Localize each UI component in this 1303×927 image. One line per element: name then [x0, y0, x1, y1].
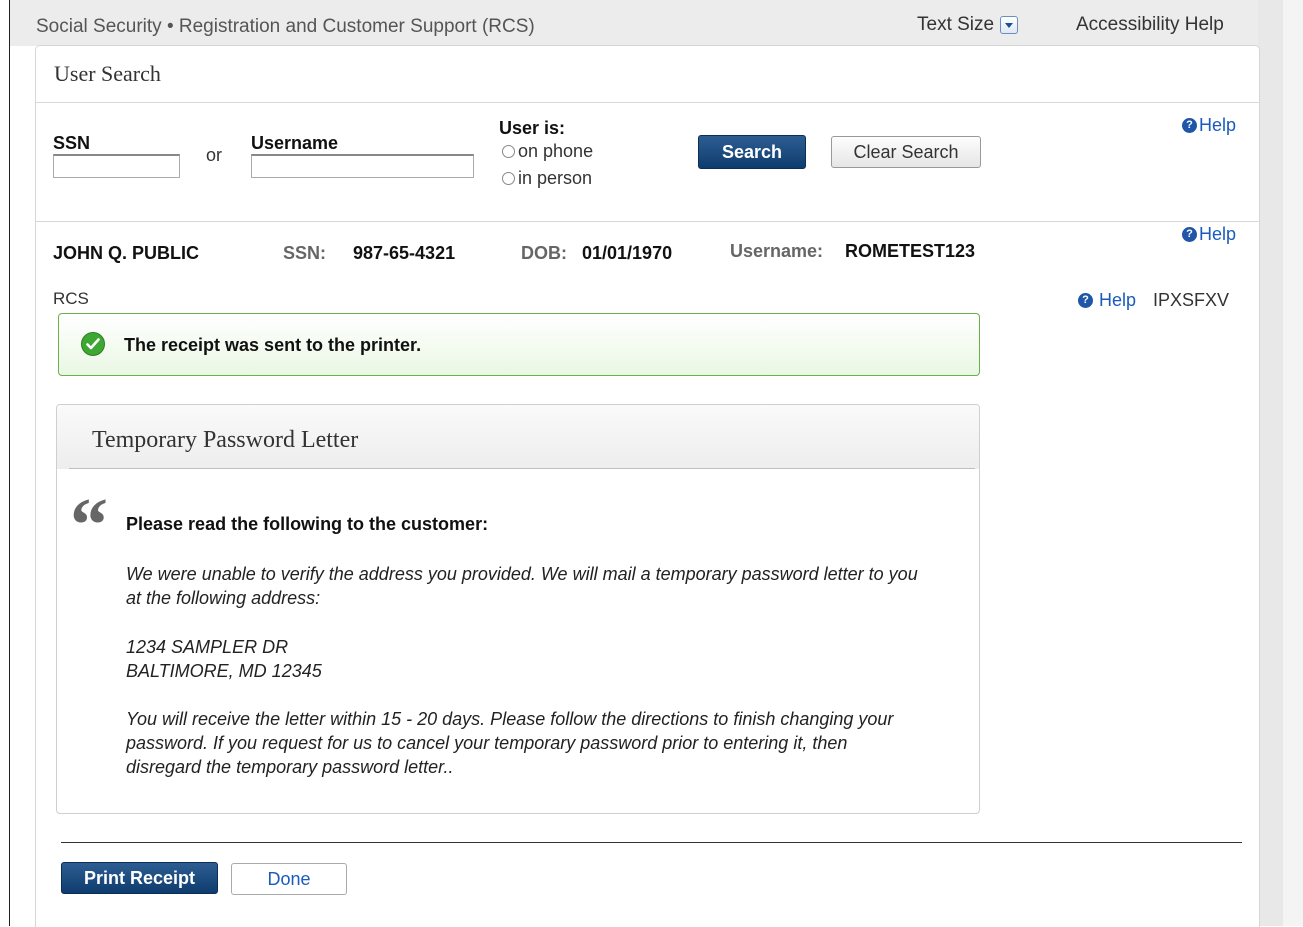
quote-icon: “	[70, 483, 108, 567]
username-label: Username	[251, 133, 339, 153]
help-label: Help	[1199, 115, 1237, 135]
help-label: Help	[1099, 290, 1137, 310]
chevron-down-icon[interactable]	[1000, 16, 1019, 34]
username-input[interactable]	[251, 154, 474, 178]
or-label: or	[206, 145, 223, 165]
success-alert: The receipt was sent to the printer.	[58, 313, 980, 376]
accessibility-help-link[interactable]: Accessibility Help	[1076, 14, 1224, 36]
done-button[interactable]: Done	[231, 863, 347, 895]
dob-value: 01/01/1970	[582, 243, 673, 263]
text-size-control[interactable]: Text Size	[917, 14, 1019, 36]
script-paragraph: You will receive the letter within 15 - …	[126, 709, 894, 777]
radio-on-phone-label: on phone	[518, 141, 594, 161]
window-left-edge	[0, 0, 10, 926]
ssn-input[interactable]	[53, 154, 180, 178]
user-help-link[interactable]: ? Help	[1182, 224, 1236, 245]
card-header: Temporary Password Letter	[57, 405, 979, 469]
question-icon: ?	[1078, 293, 1093, 308]
mailing-address: 1234 SAMPLER DR BALTIMORE, MD 12345	[126, 635, 926, 683]
user-is-label: User is:	[499, 118, 566, 138]
script-paragraph: We were unable to verify the address you…	[126, 564, 918, 608]
help-label: Help	[1199, 224, 1237, 244]
search-help-link[interactable]: ? Help	[1182, 115, 1236, 136]
username-value: ROMETEST123	[845, 241, 976, 261]
ssn-key: SSN:	[283, 243, 327, 263]
dob-key: DOB:	[521, 243, 567, 263]
app-title: Social Security • Registration and Custo…	[36, 16, 535, 37]
check-circle-icon	[81, 332, 105, 356]
radio-on-phone[interactable]: on phone	[502, 141, 593, 162]
address-line: 1234 SAMPLER DR	[126, 637, 289, 657]
clear-search-button[interactable]: Clear Search	[831, 136, 981, 168]
print-receipt-button[interactable]: Print Receipt	[61, 862, 218, 894]
card-title: Temporary Password Letter	[92, 427, 359, 453]
text-size-label: Text Size	[917, 14, 995, 35]
question-icon: ?	[1182, 227, 1197, 242]
top-bar: Social Security • Registration and Custo…	[10, 0, 1258, 46]
user-search-form: SSN or Username User is: on phone in per…	[36, 103, 1259, 221]
page-title: User Search	[54, 61, 161, 86]
address-line: BALTIMORE, MD 12345	[126, 661, 322, 681]
screen-code: IPXSFXV	[1153, 290, 1230, 310]
radio-button[interactable]	[502, 145, 515, 158]
alert-message: The receipt was sent to the printer.	[124, 335, 422, 355]
main-panel: User Search SSN or Username User is: on …	[35, 45, 1260, 927]
section-label: RCS	[53, 289, 89, 308]
ssn-value: 987-65-4321	[353, 243, 456, 263]
search-button[interactable]: Search	[698, 135, 806, 169]
ssn-label: SSN	[53, 133, 91, 153]
scrollbar-track[interactable]	[1283, 0, 1303, 926]
radio-button[interactable]	[502, 172, 515, 185]
user-full-name: JOHN Q. PUBLIC	[53, 243, 200, 263]
question-icon: ?	[1182, 118, 1197, 133]
radio-in-person[interactable]: in person	[502, 168, 592, 189]
section-help-link[interactable]: ? Help	[1078, 290, 1136, 311]
temporary-password-letter-card: Temporary Password Letter “ Please read …	[56, 404, 980, 814]
script-instruction: Please read the following to the custome…	[126, 514, 489, 534]
divider	[61, 842, 1242, 843]
user-summary-bar: ? Help JOHN Q. PUBLIC SSN: 987-65-4321 D…	[36, 222, 1259, 272]
divider	[69, 468, 975, 469]
username-key: Username:	[730, 241, 824, 261]
radio-in-person-label: in person	[518, 168, 593, 188]
